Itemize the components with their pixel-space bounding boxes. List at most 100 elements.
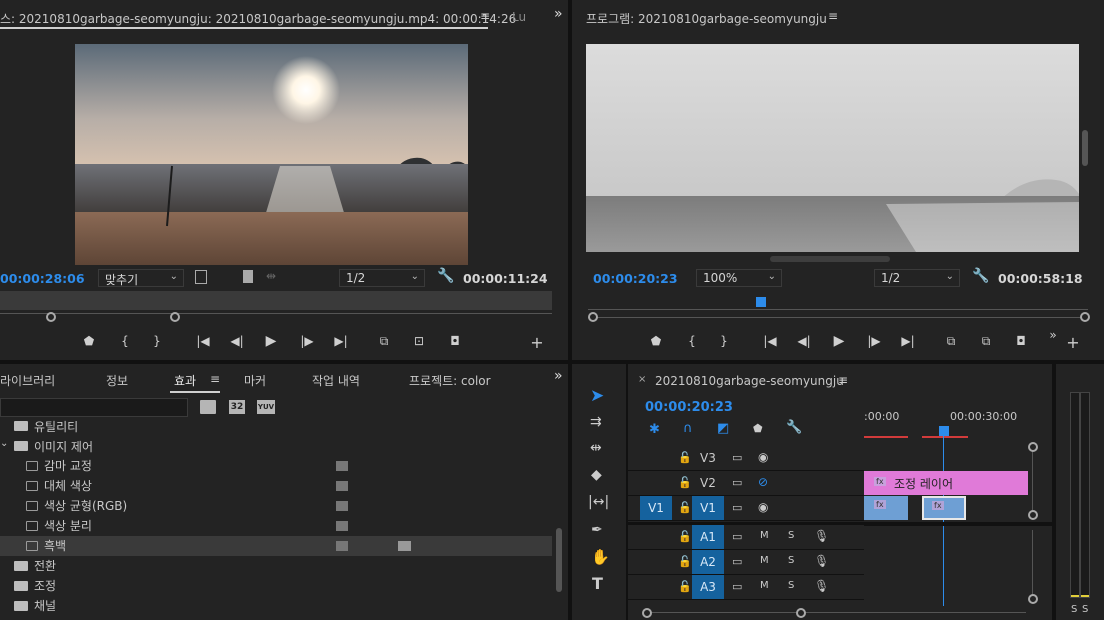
tab-effects[interactable]: 효과 bbox=[174, 372, 196, 389]
timeline-vertical-scrollbar[interactable] bbox=[1032, 446, 1033, 516]
mute-button[interactable]: M bbox=[760, 530, 769, 541]
solo-left-button[interactable]: S bbox=[1071, 604, 1077, 615]
tab-menu-icon[interactable]: ≡ bbox=[838, 373, 848, 387]
extract-icon[interactable]: ⧉ bbox=[977, 334, 995, 349]
tab-libraries[interactable]: 라이브러리 bbox=[0, 372, 55, 389]
go-to-out-icon[interactable]: ▶| bbox=[899, 334, 917, 348]
add-marker-icon[interactable]: ⬟ bbox=[647, 334, 665, 348]
go-to-out-icon[interactable]: ▶| bbox=[332, 334, 350, 348]
nest-icon[interactable]: ✱ bbox=[649, 422, 660, 437]
program-zoom-scrollbar[interactable] bbox=[588, 317, 1088, 318]
zoom-handle-right[interactable] bbox=[1080, 312, 1090, 322]
tab-info[interactable]: 정보 bbox=[106, 372, 128, 389]
tab-menu-icon[interactable]: ≡ bbox=[828, 9, 838, 23]
microphone-icon[interactable]: 🎙 bbox=[814, 579, 829, 593]
eye-icon[interactable]: ◉ bbox=[758, 500, 768, 514]
sync-lock-icon[interactable]: ▭ bbox=[732, 555, 742, 568]
solo-button[interactable]: S bbox=[788, 555, 794, 566]
lock-icon[interactable]: 🔓 bbox=[678, 501, 692, 514]
program-vertical-scrollbar[interactable] bbox=[1082, 130, 1088, 166]
chevron-down-icon[interactable]: ⌄ bbox=[0, 438, 8, 449]
timeline-tab[interactable]: 20210810garbage-seomyungju bbox=[655, 374, 844, 388]
audio-vertical-scrollbar[interactable] bbox=[1032, 530, 1033, 600]
overwrite-icon[interactable]: ⊡ bbox=[410, 334, 428, 348]
microphone-icon[interactable]: 🎙 bbox=[814, 554, 829, 568]
track-target-v1[interactable]: V1 bbox=[692, 496, 724, 520]
effects-search-input[interactable] bbox=[0, 398, 188, 417]
mark-in-icon[interactable]: { bbox=[683, 334, 701, 348]
program-monitor-tab[interactable]: 프로그램: 20210810garbage-seomyungju bbox=[586, 10, 827, 27]
panel-overflow-icon[interactable]: » bbox=[1044, 328, 1062, 342]
tree-item-color-balance[interactable]: 색상 균형(RGB) bbox=[0, 496, 552, 516]
source-monitor-tab[interactable]: 스: 20210810garbage-seomyungju: 20210810g… bbox=[0, 10, 516, 27]
panel-overflow-icon[interactable]: » bbox=[554, 6, 563, 22]
mark-out-icon[interactable]: } bbox=[148, 334, 166, 348]
slip-tool-icon[interactable]: |↔| bbox=[588, 494, 609, 510]
snap-icon[interactable]: ∩ bbox=[683, 421, 693, 436]
tab-history[interactable]: 작업 내역 bbox=[312, 372, 360, 389]
source-time-ruler[interactable] bbox=[0, 291, 552, 310]
ripple-edit-tool-icon[interactable]: ⇹ bbox=[590, 440, 602, 456]
tree-item-color-pass[interactable]: 색상 분리 bbox=[0, 516, 552, 536]
scroll-handle[interactable] bbox=[1028, 594, 1038, 604]
source-zoom-scrollbar[interactable] bbox=[0, 313, 552, 321]
lock-icon[interactable]: 🔓 bbox=[678, 580, 692, 593]
eye-icon[interactable]: ◉ bbox=[758, 450, 768, 464]
type-tool-icon[interactable]: T bbox=[592, 574, 603, 593]
tab-menu-icon[interactable]: ≡ bbox=[210, 372, 220, 386]
source-playhead-timecode[interactable]: 00:00:28:06 bbox=[0, 271, 85, 286]
zoom-handle-right[interactable] bbox=[796, 608, 806, 618]
tab-project[interactable]: 프로젝트: color bbox=[409, 372, 491, 389]
source-fit-select[interactable]: 맞추기 ⌄ bbox=[98, 269, 184, 287]
program-playhead-timecode[interactable]: 00:00:20:23 bbox=[593, 271, 678, 286]
camera-icon[interactable]: ◘ bbox=[446, 334, 464, 348]
tree-item-transition[interactable]: 전환 bbox=[0, 556, 552, 576]
yuv-badge[interactable]: YUV bbox=[257, 400, 275, 414]
add-button-icon[interactable]: + bbox=[1064, 333, 1082, 352]
step-back-icon[interactable]: ◀| bbox=[228, 334, 246, 348]
close-icon[interactable]: × bbox=[638, 374, 646, 385]
step-forward-icon[interactable]: |▶ bbox=[865, 334, 883, 348]
play-icon[interactable]: ▶ bbox=[830, 333, 848, 349]
tree-item-image-control[interactable]: ⌄ 이미지 제어 bbox=[0, 436, 552, 456]
step-forward-icon[interactable]: |▶ bbox=[298, 334, 316, 348]
play-icon[interactable]: ▶ bbox=[262, 333, 280, 349]
playhead-marker[interactable] bbox=[939, 426, 949, 436]
microphone-icon[interactable]: 🎙 bbox=[814, 529, 829, 543]
tab-lumetri[interactable]: Lu bbox=[512, 10, 526, 24]
eye-hidden-icon[interactable]: ⊘ bbox=[758, 475, 768, 489]
go-to-in-icon[interactable]: |◀ bbox=[761, 334, 779, 348]
track-target-a1[interactable]: A1 bbox=[692, 525, 724, 549]
mute-button[interactable]: M bbox=[760, 580, 769, 591]
zoom-handle-left[interactable] bbox=[46, 312, 56, 322]
solo-right-button[interactable]: S bbox=[1082, 604, 1088, 615]
add-marker-icon[interactable]: ⬟ bbox=[753, 422, 763, 435]
track-target-a3[interactable]: A3 bbox=[692, 575, 724, 599]
safe-margins-icon[interactable] bbox=[195, 270, 207, 284]
lock-icon[interactable]: 🔓 bbox=[678, 555, 692, 568]
selection-tool-icon[interactable]: ➤ bbox=[590, 386, 604, 406]
program-resolution-select[interactable]: 1/2 ⌄ bbox=[874, 269, 960, 287]
sync-lock-icon[interactable]: ▭ bbox=[732, 476, 742, 489]
hand-tool-icon[interactable]: ✋ bbox=[591, 548, 610, 566]
solo-button[interactable]: S bbox=[788, 530, 794, 541]
tree-item-gamma[interactable]: 감마 교정 bbox=[0, 456, 552, 476]
razor-tool-icon[interactable]: ◆ bbox=[591, 467, 602, 483]
program-zoom-select[interactable]: 100% ⌄ bbox=[696, 269, 782, 287]
step-back-icon[interactable]: ◀| bbox=[795, 334, 813, 348]
video-clip-2[interactable]: fx bbox=[922, 496, 966, 520]
tab-markers[interactable]: 마커 bbox=[244, 372, 266, 389]
mark-out-icon[interactable]: } bbox=[715, 334, 733, 348]
source-patch-v1[interactable]: V1 bbox=[640, 496, 672, 520]
add-marker-icon[interactable]: ⬟ bbox=[80, 334, 98, 348]
timeline-playhead-timecode[interactable]: 00:00:20:23 bbox=[645, 400, 733, 415]
video-clip-1[interactable]: fx bbox=[864, 496, 908, 520]
mute-button[interactable]: M bbox=[760, 555, 769, 566]
tree-item-channel[interactable]: 채널 bbox=[0, 596, 552, 616]
tree-item-utility[interactable]: 유틸리티 bbox=[0, 416, 552, 436]
timeline-horizontal-scrollbar[interactable] bbox=[646, 612, 1026, 613]
zoom-handle-right[interactable] bbox=[170, 312, 180, 322]
tree-item-adjust[interactable]: 조정 bbox=[0, 576, 552, 596]
source-resolution-select[interactable]: 1/2 ⌄ bbox=[339, 269, 425, 287]
sync-lock-icon[interactable]: ▭ bbox=[732, 580, 742, 593]
